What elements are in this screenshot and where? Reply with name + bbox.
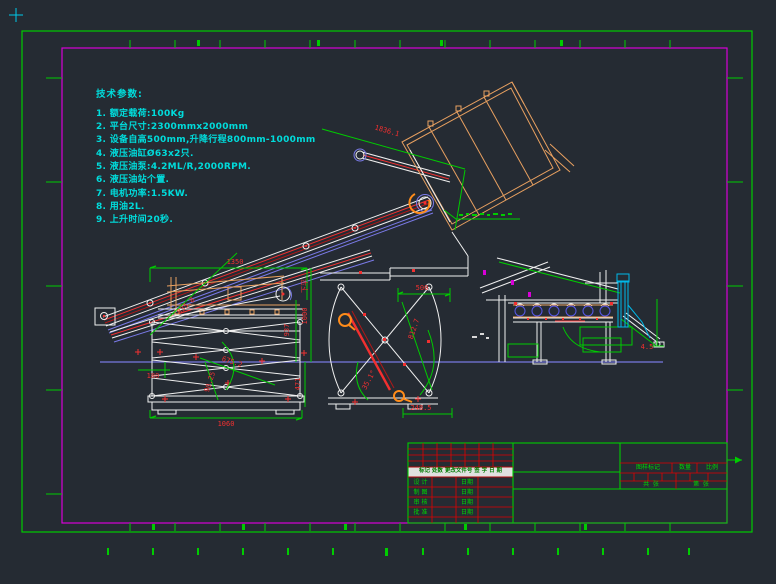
tb-row-date: 日期 <box>457 509 477 516</box>
revision-header: 标记 处数 更改文件号 签 字 日 期 <box>408 468 513 475</box>
dim-gap: 4.5 <box>636 343 658 351</box>
tb-row-date: 日期 <box>457 489 477 496</box>
dim-base-width: 1060 <box>204 420 248 428</box>
tb-row-date: 日期 <box>457 479 477 486</box>
cad-viewport[interactable]: 技术参数: 1. 额定载荷:100Kg 2. 平台尺寸:2300mmx2000m… <box>0 0 776 584</box>
dim-base-pitch: 248.5 <box>399 404 443 412</box>
stamp-sheet-total: 共 张 <box>628 481 674 488</box>
stamp-col-qty: 数量 <box>674 464 696 471</box>
dim-top-width: 1350 <box>213 258 257 266</box>
tech-note-item: 7. 电机功率:1.5KW. <box>96 190 188 199</box>
tb-row-label: 批 准 <box>409 509 432 516</box>
stamp-col-scale: 比例 <box>699 464 725 471</box>
tb-row-label: 制 图 <box>409 489 432 496</box>
tech-notes-title: 技术参数: <box>96 90 143 99</box>
dim-travel-note: 下平 <box>301 273 309 299</box>
dim-travel: 1000 <box>301 299 309 333</box>
tb-row-date: 日期 <box>457 499 477 506</box>
tb-row-label: 审 核 <box>409 499 432 506</box>
tech-note-item: 3. 设备自高500mm,升降行程800mm-1000mm <box>96 136 316 145</box>
crosshair-icon <box>9 8 23 22</box>
tb-row-label: 设 计 <box>409 479 432 486</box>
tech-note-item: 9. 上升时间20秒. <box>96 216 173 225</box>
tech-note-item: 5. 液压油泵:4.2ML/R,2000RPM. <box>96 163 251 172</box>
dim-base-offset: 180 <box>140 372 166 380</box>
dim-mid-height: 937 <box>283 315 291 345</box>
tech-notes: 技术参数: 1. 额定载荷:100Kg 2. 平台尺寸:2300mmx2000m… <box>96 90 102 189</box>
tech-note-item: 6. 液压油站个置. <box>96 176 169 185</box>
dim-lift-height: 471 <box>294 369 302 399</box>
tech-note-item: 8. 用油2L. <box>96 203 145 212</box>
dim-cyl-spacing: 500 <box>402 284 442 292</box>
tech-note-item: 4. 液压油缸Ø63x2只. <box>96 150 194 159</box>
stamp-col-mark: 图样标记 <box>624 464 672 471</box>
stamp-sheet-no: 第 张 <box>678 481 724 488</box>
tech-note-item: 1. 额定载荷:100Kg <box>96 110 185 119</box>
cad-canvas[interactable] <box>0 0 776 584</box>
tech-note-item: 2. 平台尺寸:2300mmx2000mm <box>96 123 248 132</box>
rollers <box>515 306 610 316</box>
small-label-marks <box>472 333 489 339</box>
